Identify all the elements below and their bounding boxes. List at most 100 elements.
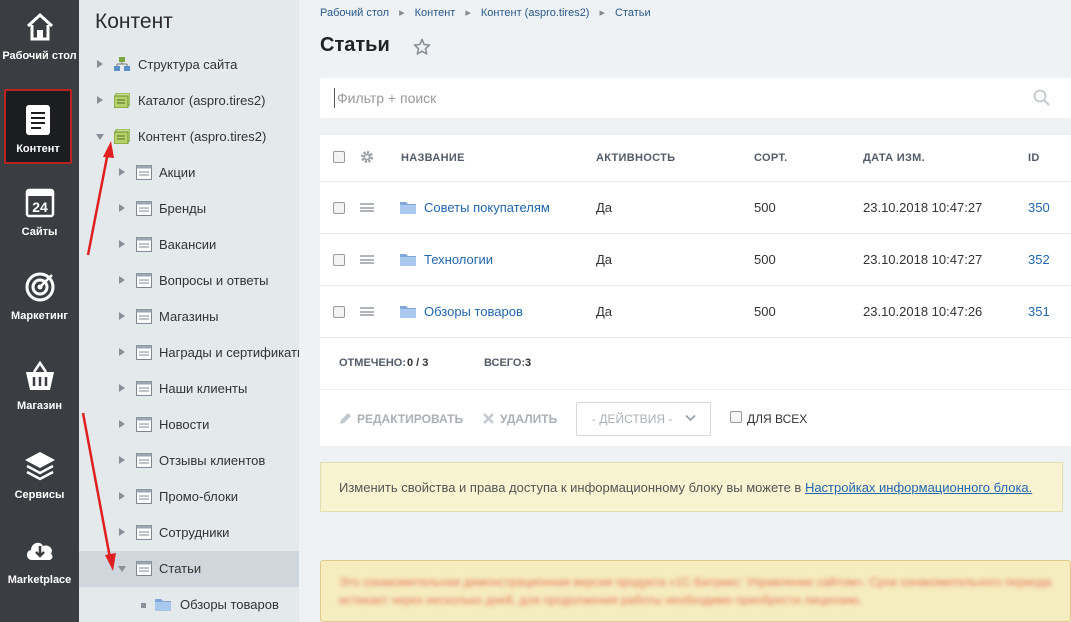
cloud-download-icon — [26, 542, 52, 560]
row-active: Да — [596, 252, 613, 267]
document-icon — [26, 105, 50, 135]
row-checkbox[interactable] — [333, 306, 345, 318]
iblock-icon — [136, 561, 152, 576]
tree-item-promotions[interactable]: Акции — [79, 155, 299, 191]
tree-item-awards[interactable]: Награды и сертификаты — [79, 335, 299, 371]
group-actions-panel: РЕДАКТИРОВАТЬ УДАЛИТЬ - ДЕЙСТВИЯ - ДЛЯ В… — [320, 389, 1071, 446]
column-header-sort[interactable]: СОРТ. — [754, 152, 787, 164]
tree-item-promo-blocks[interactable]: Промо-блоки — [79, 479, 299, 515]
delete-button[interactable]: УДАЛИТЬ — [500, 412, 557, 426]
checked-count-label: ОТМЕЧЕНО: — [339, 357, 407, 369]
table-row[interactable]: Технологии Да 500 23.10.2018 10:47:27 35… — [320, 234, 1071, 286]
expand-arrow-icon[interactable] — [97, 60, 103, 68]
tree-item-news[interactable]: Новости — [79, 407, 299, 443]
rail-label: Сайты — [21, 226, 58, 238]
row-checkbox[interactable] — [333, 202, 345, 214]
row-menu-icon[interactable] — [360, 307, 374, 316]
checked-count-value: 0 / 3 — [407, 357, 429, 369]
row-id-link[interactable]: 352 — [1028, 252, 1050, 267]
breadcrumb-separator-icon: ▸ — [399, 7, 405, 19]
tree-title: Контент — [95, 10, 173, 33]
rail-item-services[interactable]: Сервисы — [0, 449, 79, 502]
breadcrumb-item[interactable]: Рабочий стол — [320, 7, 389, 19]
expand-arrow-icon[interactable] — [119, 276, 125, 284]
tree-item-clients[interactable]: Наши клиенты — [79, 371, 299, 407]
expand-arrow-icon[interactable] — [119, 312, 125, 320]
tree-item-catalog[interactable]: Каталог (aspro.tires2) — [79, 83, 299, 119]
rail-item-marketplace[interactable]: Marketplace — [0, 534, 79, 587]
expand-arrow-icon[interactable] — [119, 420, 125, 428]
tree-item-site-structure[interactable]: Структура сайта — [79, 47, 299, 83]
actions-select[interactable]: - ДЕЙСТВИЯ - — [576, 402, 711, 436]
tree-item-staff[interactable]: Сотрудники — [79, 515, 299, 551]
gear-icon[interactable] — [360, 150, 374, 164]
row-menu-icon[interactable] — [360, 255, 374, 264]
row-id-link[interactable]: 350 — [1028, 200, 1050, 215]
iblock-settings-link[interactable]: Настройках информационного блока. — [805, 480, 1032, 495]
total-count-label: ВСЕГО: — [484, 357, 526, 369]
expand-arrow-icon[interactable] — [119, 384, 125, 392]
tree-item-product-reviews[interactable]: Обзоры товаров — [79, 587, 299, 622]
filter-search-input[interactable] — [334, 88, 1014, 108]
home-icon — [26, 12, 53, 41]
iblock-icon — [136, 273, 152, 288]
favorite-star-icon[interactable] — [413, 38, 431, 56]
iblock-icon — [136, 237, 152, 252]
for-all-checkbox[interactable] — [730, 411, 742, 423]
tree-item-faq[interactable]: Вопросы и ответы — [79, 263, 299, 299]
rail-item-desktop[interactable]: Рабочий стол — [0, 10, 79, 63]
rail-item-marketing[interactable]: Маркетинг — [0, 270, 79, 323]
row-name-link[interactable]: Технологии — [424, 252, 493, 267]
search-icon[interactable] — [1033, 89, 1051, 107]
tree-item-articles[interactable]: Статьи — [79, 551, 299, 587]
select-all-checkbox[interactable] — [333, 151, 345, 163]
table-row[interactable]: Обзоры товаров Да 500 23.10.2018 10:47:2… — [320, 286, 1071, 338]
row-date: 23.10.2018 10:47:26 — [863, 304, 983, 319]
collapse-arrow-icon[interactable] — [96, 134, 104, 140]
expand-arrow-icon[interactable] — [119, 456, 125, 464]
rail-item-shop[interactable]: Магазин — [0, 360, 79, 413]
expand-arrow-icon[interactable] — [119, 492, 125, 500]
svg-text:24: 24 — [32, 199, 48, 215]
column-header-id[interactable]: ID — [1028, 152, 1040, 164]
row-menu-icon[interactable] — [360, 203, 374, 212]
row-name-link[interactable]: Обзоры товаров — [424, 304, 523, 319]
tree-item-content-aspro[interactable]: Контент (aspro.tires2) — [79, 119, 299, 155]
iblock-settings-notice: Изменить свойства и права доступа к инфо… — [320, 462, 1063, 512]
row-id-link[interactable]: 351 — [1028, 304, 1050, 319]
iblock-icon — [136, 525, 152, 540]
iblock-icon — [136, 309, 152, 324]
row-sort: 500 — [754, 200, 776, 215]
expand-arrow-icon[interactable] — [97, 96, 103, 104]
collapse-arrow-icon[interactable] — [118, 566, 126, 572]
expand-arrow-icon[interactable] — [119, 240, 125, 248]
row-name-link[interactable]: Советы покупателям — [424, 200, 550, 215]
expand-arrow-icon[interactable] — [119, 168, 125, 176]
calendar-24-icon: 24 — [25, 188, 54, 218]
tree-item-brands[interactable]: Бренды — [79, 191, 299, 227]
edit-button[interactable]: РЕДАКТИРОВАТЬ — [357, 412, 463, 426]
table-row[interactable]: Советы покупателям Да 500 23.10.2018 10:… — [320, 182, 1071, 234]
breadcrumb-item[interactable]: Статьи — [615, 7, 651, 19]
column-header-active[interactable]: АКТИВНОСТЬ — [596, 152, 675, 164]
row-active: Да — [596, 200, 613, 215]
tree-item-reviews[interactable]: Отзывы клиентов — [79, 443, 299, 479]
column-header-name[interactable]: НАЗВАНИЕ — [401, 152, 465, 164]
row-checkbox[interactable] — [333, 254, 345, 266]
breadcrumb-item[interactable]: Контент (aspro.tires2) — [481, 7, 590, 19]
breadcrumb-item[interactable]: Контент — [415, 7, 456, 19]
expand-arrow-icon[interactable] — [119, 528, 125, 536]
rail-item-sites[interactable]: 24 Сайты — [0, 186, 79, 239]
tree-item-stores[interactable]: Магазины — [79, 299, 299, 335]
expand-arrow-icon[interactable] — [119, 204, 125, 212]
grid-footer: ОТМЕЧЕНО: 0 / 3 ВСЕГО: 3 — [320, 339, 1071, 389]
column-header-date[interactable]: ДАТА ИЗМ. — [863, 152, 925, 164]
actions-select-value: - ДЕЙСТВИЯ - — [592, 412, 673, 426]
expand-arrow-icon[interactable] — [119, 348, 125, 356]
tree-item-label: Наши клиенты — [159, 381, 248, 396]
tree-item-vacancies[interactable]: Вакансии — [79, 227, 299, 263]
filter-search-bar[interactable] — [320, 78, 1071, 118]
warning-text: Это ознакомительная демонстрационная вер… — [339, 575, 1052, 607]
rail-item-content[interactable]: Контент — [4, 89, 72, 164]
total-count-value: 3 — [525, 357, 532, 369]
